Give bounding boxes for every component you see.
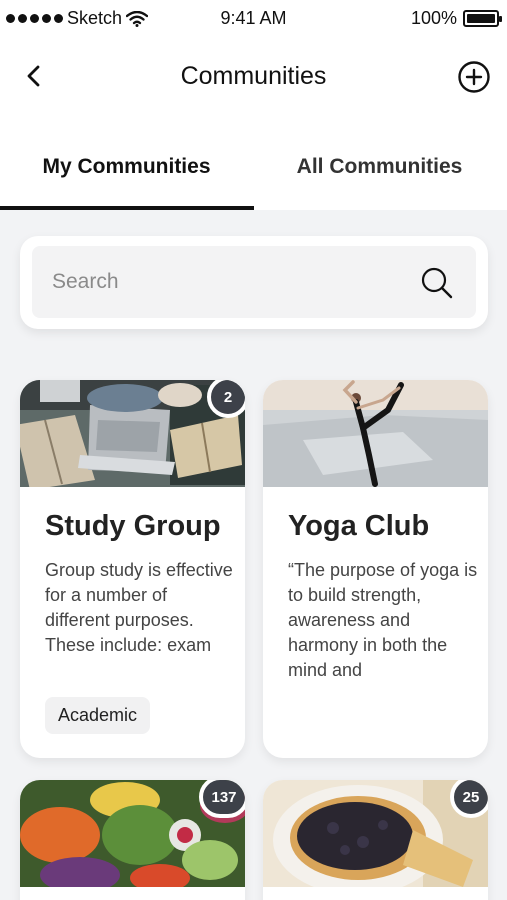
battery-group: 100% [410,8,502,29]
member-count-badge: 137 [199,780,245,818]
search-card [20,236,488,329]
search-input[interactable] [52,270,412,294]
community-card-yoga-club[interactable]: Yoga Club “The purpose of yoga is to bui… [263,380,488,758]
salad-image: 137 [20,780,245,887]
search-field[interactable] [32,246,476,318]
status-bar: Sketch 9:41 AM 100% [0,0,507,38]
add-community-icon[interactable] [457,60,491,94]
community-card-salad[interactable]: 137 [20,780,245,900]
study-group-image: 2 [20,380,245,487]
battery-icon [463,10,502,27]
category-tag[interactable]: Academic [45,697,151,734]
page-title: Communities [180,62,327,90]
yoga-club-image [263,380,488,487]
community-tabs: My Communities All Communities [0,140,507,210]
card-description: Group study is effective for a number of… [45,560,233,655]
search-icon[interactable] [420,266,454,300]
content-area: 2 Study Group Group study is effective f… [0,210,507,900]
member-count-badge: 2 [207,380,245,418]
card-title: Study Group [45,510,221,542]
tab-all-communities[interactable]: All Communities [253,140,506,210]
member-count-badge: 25 [450,780,488,818]
tab-my-communities[interactable]: My Communities [0,140,254,210]
battery-percent: 100% [410,8,457,28]
tart-image: 25 [263,780,488,887]
nav-bar: Communities [0,50,507,106]
community-card-baking[interactable]: 25 [263,780,488,900]
card-title: Yoga Club [288,510,430,542]
community-card-study-group[interactable]: 2 Study Group Group study is effective f… [20,380,245,758]
back-icon[interactable] [20,62,48,90]
card-description: “The purpose of yoga is to build strengt… [288,560,478,680]
